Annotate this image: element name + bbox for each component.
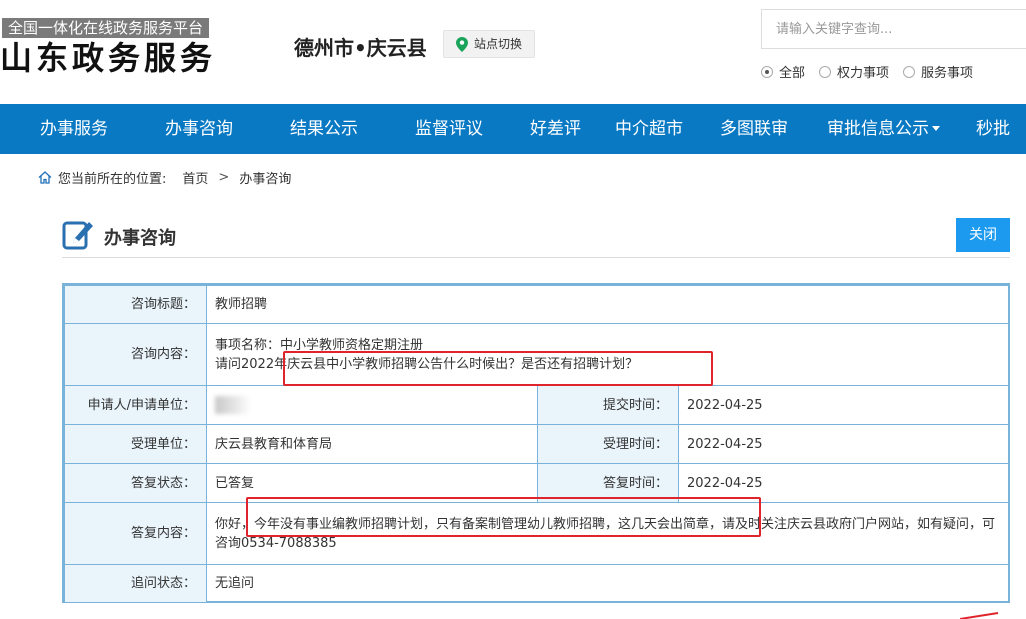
breadcrumb: 您当前所在的位置: 首页 > 办事咨询 <box>38 168 291 187</box>
nav-item-services[interactable]: 办事服务 <box>40 104 108 154</box>
content-question: 请问2022年庆云县中小学教师招聘公告什么时候出？是否还有招聘计划？ <box>215 356 639 372</box>
reply-status-value: 已答复 <box>206 463 538 503</box>
reply-content-value: 你好，今年没有事业编教师招聘计划，只有备案制管理幼儿教师招聘，这几天会出简章，请… <box>205 502 1010 565</box>
field-label: 受理单位： <box>64 424 207 464</box>
field-label: 答复内容： <box>64 502 207 565</box>
redacted-name <box>215 396 251 414</box>
site-switch-label: 站点切换 <box>474 37 523 51</box>
field-label: 申请人/申请单位： <box>64 385 207 425</box>
followup-status-value: 无追问 <box>205 564 1010 603</box>
nav-item-supervision[interactable]: 监督评议 <box>415 104 483 154</box>
breadcrumb-prefix: 您当前所在的位置: <box>58 172 167 187</box>
scope-radio-label: 全部 <box>779 66 806 81</box>
field-label: 咨询标题： <box>64 285 207 324</box>
home-icon <box>38 171 52 184</box>
breadcrumb-home-link[interactable]: 首页 <box>182 168 208 187</box>
table-row: 答复状态： 已答复 答复时间： 2022-04-25 <box>64 463 1010 503</box>
scope-radio-service[interactable]: 服务事项 <box>903 62 973 81</box>
arrow-annotation-icon <box>960 612 999 619</box>
scope-radio-power[interactable]: 权力事项 <box>819 62 889 81</box>
panel-header: 办事咨询 关闭 <box>62 216 1010 258</box>
nav-item-instant[interactable]: 秒批 <box>976 104 1010 154</box>
radio-unchecked-icon <box>903 65 916 78</box>
dept-value: 庆云县教育和体育局 <box>206 424 538 464</box>
radio-checked-icon <box>761 65 773 78</box>
edit-form-icon <box>62 221 93 250</box>
page-title: 办事咨询 <box>104 228 176 249</box>
breadcrumb-current: 办事咨询 <box>239 172 292 187</box>
scope-radio-all[interactable]: 全部 <box>761 62 805 81</box>
site-logo-text[interactable]: 山东政务服务 <box>0 38 216 78</box>
breadcrumb-separator: > <box>218 170 230 185</box>
table-row: 申请人/申请单位： 提交时间： 2022-04-25 <box>64 385 1010 425</box>
nav-item-results[interactable]: 结果公示 <box>290 104 358 154</box>
consult-detail-table: 咨询标题： 教师招聘 咨询内容： 事项名称：中小学教师资格定期注册 请问2022… <box>62 283 1010 603</box>
location-pin-icon <box>456 37 468 52</box>
table-row: 追问状态： 无追问 <box>64 564 1010 603</box>
field-label: 答复时间： <box>537 463 679 503</box>
field-label: 咨询内容： <box>64 323 207 386</box>
nav-item-label: 审批信息公示 <box>827 119 929 139</box>
content-item-name: 事项名称：中小学教师资格定期注册 <box>215 337 424 353</box>
close-button[interactable]: 关闭 <box>956 218 1010 252</box>
nav-item-agency-market[interactable]: 中介超市 <box>615 104 683 154</box>
submit-time-value: 2022-04-25 <box>677 385 1010 425</box>
table-row: 受理单位： 庆云县教育和体育局 受理时间： 2022-04-25 <box>64 424 1010 464</box>
site-header: 全国一体化在线政务服务平台 山东政务服务 德州市•庆云县 站点切换 全部 权力事… <box>0 0 1026 104</box>
search-scope-group: 全部 权力事项 服务事项 <box>761 62 973 81</box>
current-region: 德州市•庆云县 <box>294 36 427 60</box>
consult-title-value: 教师招聘 <box>205 285 1010 324</box>
search-input[interactable] <box>761 9 1026 49</box>
table-row: 咨询内容： 事项名称：中小学教师资格定期注册 请问2022年庆云县中小学教师招聘… <box>64 323 1010 386</box>
nav-item-consult[interactable]: 办事咨询 <box>165 104 233 154</box>
reply-time-value: 2022-04-25 <box>677 463 1010 503</box>
table-row: 咨询标题： 教师招聘 <box>64 285 1010 324</box>
brand-tagline: 全国一体化在线政务服务平台 <box>2 18 210 38</box>
accept-time-value: 2022-04-25 <box>677 424 1010 464</box>
nav-item-rating[interactable]: 好差评 <box>530 104 581 154</box>
applicant-value <box>206 385 538 425</box>
caret-down-icon <box>932 126 940 131</box>
table-row: 答复内容： 你好，今年没有事业编教师招聘计划，只有备案制管理幼儿教师招聘，这几天… <box>64 502 1010 565</box>
scope-radio-label: 服务事项 <box>921 66 974 81</box>
nav-item-approval-info[interactable]: 审批信息公示 <box>827 104 940 154</box>
field-label: 答复状态： <box>64 463 207 503</box>
site-switch-button[interactable]: 站点切换 <box>443 30 535 58</box>
consult-content-value: 事项名称：中小学教师资格定期注册 请问2022年庆云县中小学教师招聘公告什么时候… <box>205 323 1010 386</box>
scope-radio-label: 权力事项 <box>837 66 890 81</box>
field-label: 提交时间： <box>537 385 679 425</box>
field-label: 受理时间： <box>537 424 679 464</box>
field-label: 追问状态： <box>64 564 207 603</box>
radio-unchecked-icon <box>819 65 832 78</box>
nav-item-multi-review[interactable]: 多图联审 <box>720 104 788 154</box>
main-nav: 办事服务 办事咨询 结果公示 监督评议 好差评 中介超市 多图联审 审批信息公示… <box>0 104 1026 154</box>
